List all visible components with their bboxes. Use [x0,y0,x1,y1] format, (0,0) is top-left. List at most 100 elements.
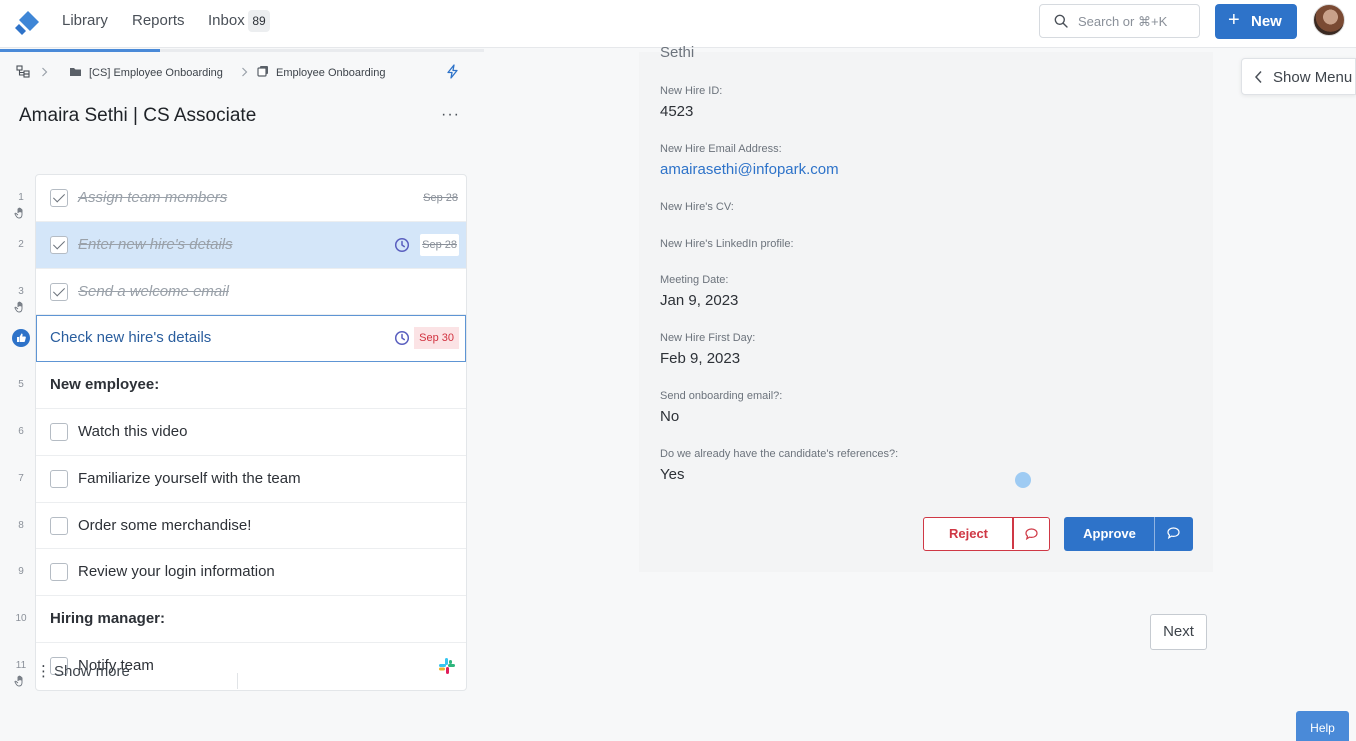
row-number: 3 [18,285,24,297]
field-label: Do we already have the candidate's refer… [660,448,899,460]
row-number: 8 [18,519,24,531]
task-checkbox[interactable] [50,563,68,582]
user-avatar[interactable] [1313,4,1345,36]
task-row[interactable]: Check new hire's details Sep 30 [36,315,466,363]
due-date-badge[interactable]: Sep 28 [420,233,459,256]
lightning-icon[interactable] [446,64,459,79]
plus-icon: + [1228,9,1240,31]
help-button[interactable]: Help [1296,711,1349,741]
app-logo-icon[interactable] [12,8,42,38]
task-list: Assign team members Sep 28 Enter new hire'… [35,174,467,691]
divider [237,673,238,689]
due-date-badge[interactable]: Sep 30 [414,327,459,350]
nav-library[interactable]: Library [62,12,108,30]
field-label: New Hire First Day: [660,332,756,344]
task-row[interactable]: Enter new hire's details Sep 28 [36,221,466,269]
hierarchy-icon[interactable] [16,65,30,78]
cursor-indicator [1015,472,1031,488]
search-icon [1054,14,1068,28]
task-checkbox[interactable] [50,516,68,535]
approval-thumb-icon [12,329,30,347]
task-form-panel: Sethi New Hire ID: 4523 New Hire Email Add… [639,44,1213,572]
task-checkbox[interactable] [50,189,68,207]
approve-button[interactable]: Approve [1064,517,1193,551]
row-number: 6 [18,426,24,437]
task-row[interactable]: Assign team members Sep 28 [36,175,466,222]
task-row[interactable]: Watch this video [36,409,466,456]
folder-icon [70,68,81,76]
row-number: 11 [15,660,27,671]
field-value: 4523 [660,103,694,120]
comment-icon[interactable] [1167,527,1180,539]
inbox-count-badge: 89 [248,10,270,32]
task-label: Familiarize yourself with the team [78,469,301,487]
due-date-badge[interactable]: Sep 28 [422,187,459,209]
task-row[interactable]: Familiarize yourself with the team [36,456,466,503]
task-checkbox[interactable] [50,469,68,488]
reject-label: Reject [948,526,989,541]
task-label: Check new hire's details [50,329,212,347]
row-number: 1 [18,192,24,203]
chevron-right-icon [242,67,248,77]
search-box[interactable] [1039,4,1200,38]
field-label: Meeting Date: [660,274,729,286]
task-label: Order some merchandise! [78,516,252,534]
task-label: Send a welcome email [78,282,229,300]
field-value: Jan 9, 2023 [660,292,739,309]
task-row[interactable]: Review your login information [36,549,466,597]
field-value: No [660,408,680,425]
field-label: New Hire's LinkedIn profile: [660,238,794,250]
breadcrumb-workflow[interactable]: Employee Onboarding [276,66,385,80]
vertical-dots-icon: ⋮ [36,663,51,680]
email-link[interactable]: amairasethi@infopark.com [660,161,839,179]
breadcrumb-folder[interactable]: [CS] Employee Onboarding [89,66,223,80]
task-row[interactable]: New employee: [36,362,466,409]
process-menu-button[interactable]: ··· [441,106,460,124]
task-label: Assign team members [78,189,228,206]
comment-icon[interactable] [1025,528,1038,540]
task-checkbox[interactable] [50,235,68,254]
task-checkbox[interactable] [50,422,68,441]
search-input[interactable] [1078,11,1196,31]
process-title: Amaira Sethi | CS Associate [19,105,257,126]
clock-icon[interactable] [394,237,410,253]
show-more-label: Show more [54,663,130,680]
task-row[interactable]: Hiring manager: [36,596,466,643]
nav-reports[interactable]: Reports [132,12,185,30]
slack-icon[interactable] [438,657,456,675]
row-number: 5 [18,379,24,391]
task-label: Watch this video [78,422,188,440]
field-label: New Hire ID: [660,85,723,97]
task-section-heading: New employee: [50,376,160,394]
show-menu-button[interactable]: Show Menu [1241,58,1356,95]
new-button[interactable]: + New [1215,4,1297,39]
workflow-icon [257,66,268,77]
task-label: Enter new hire's details [78,235,233,253]
nav-inbox[interactable]: Inbox [208,12,245,30]
field-value: Yes [660,466,685,483]
show-menu-label: Show Menu [1273,69,1353,86]
chevron-right-icon [42,67,48,77]
task-checkbox[interactable] [50,282,68,301]
task-row[interactable]: Order some merchandise! [36,503,466,550]
field-value: Feb 9, 2023 [660,350,741,367]
task-label: Review your login information [78,563,275,581]
reject-button[interactable]: Reject [923,517,1050,551]
field-label: New Hire's CV: [660,201,734,213]
approve-label: Approve [1083,526,1136,541]
row-number: 7 [18,472,24,484]
row-number: 9 [18,566,24,578]
field-label: Send onboarding email?: [660,390,783,402]
next-button[interactable]: Next [1150,614,1207,650]
cut-off-value: Sethi [660,44,695,61]
new-button-label: New [1251,13,1282,30]
row-number: 2 [18,238,24,250]
clock-icon[interactable] [394,330,410,346]
task-row[interactable]: Send a welcome email [36,269,466,316]
top-navigation-bar: Library Reports Inbox 89 + New [0,0,1356,48]
task-section-heading: Hiring manager: [50,610,166,628]
hand-icon [14,300,26,318]
row-number: 10 [15,613,27,625]
field-label: New Hire Email Address: [660,143,782,155]
hand-icon [14,674,26,692]
